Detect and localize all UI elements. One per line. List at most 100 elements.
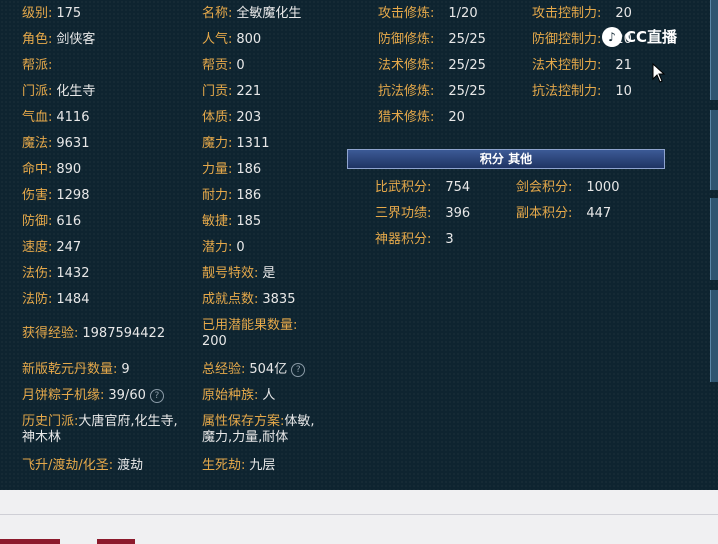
vip-number-label: 靓号特效: (202, 266, 259, 281)
potential-fruit-label: 已用潜能果数量: (202, 318, 298, 333)
level-row: 级别: 175 (22, 6, 81, 22)
mp-value: 9631 (56, 136, 90, 151)
constitution-label: 体质: (202, 110, 233, 125)
magic-damage-label: 法伤: (22, 266, 53, 281)
help-icon[interactable]: ? (291, 362, 306, 377)
dungeon-score-value: 447 (586, 206, 612, 221)
hit-row: 命中: 890 (22, 162, 81, 178)
defense-row: 防御: 616 (22, 214, 81, 230)
popularity-value: 800 (236, 32, 262, 47)
race-value: 人 (262, 388, 276, 403)
magic-defense-label: 法防: (22, 292, 53, 307)
cultivation-spell-label: 法术修炼: (378, 58, 435, 73)
potential-fruit-value: 200 (202, 334, 227, 349)
role-row: 角色: 剑侠客 (22, 32, 95, 48)
side-tab-1[interactable] (710, 0, 718, 100)
mouse-cursor-icon (652, 63, 666, 83)
role-value: 剑侠客 (56, 32, 96, 47)
merit-value: 396 (445, 206, 471, 221)
exp-gained-row: 获得经验: 1987594422 (22, 326, 165, 342)
magic-damage-value: 1432 (56, 266, 90, 281)
dungeon-score-label: 副本积分: (516, 206, 573, 221)
achievement-value: 3835 (262, 292, 296, 307)
cultivation-attack-row: 攻击修炼: 1/20 (378, 6, 478, 22)
side-tab-4[interactable] (710, 290, 718, 382)
sect-label: 门派: (22, 84, 53, 99)
mooncake-row: 月饼粽子机缘: 39/60? (22, 388, 164, 404)
damage-value: 1298 (56, 188, 90, 203)
defense-value: 616 (56, 214, 82, 229)
life-death-value: 九层 (249, 458, 276, 473)
pvp-score-value: 754 (445, 180, 471, 195)
qianyuan-label: 新版乾元丹数量: (22, 362, 118, 377)
total-exp-value: 504亿 (249, 362, 288, 377)
cultivation-spell-value: 25/25 (448, 58, 486, 73)
bottom-red-button-1[interactable] (0, 539, 60, 544)
artifact-score-value: 3 (445, 232, 454, 247)
ascension-value: 渡劫 (117, 458, 144, 473)
sect-contrib-value: 221 (236, 84, 262, 99)
ascension-row: 飞升/渡劫/化圣: 渡劫 (22, 458, 143, 474)
speed-row: 速度: 247 (22, 240, 81, 256)
attr-plan-label: 属性保存方案: (202, 414, 285, 429)
character-info-panel: 级别: 175 角色: 剑侠客 帮派: 门派: 化生寺 气血: 4116 魔法: 9631… (0, 0, 718, 490)
control-resist-label: 抗法控制力: (532, 84, 602, 99)
level-value: 175 (56, 6, 82, 21)
magic-defense-value: 1484 (56, 292, 90, 307)
control-defense-label: 防御控制力: (532, 32, 602, 47)
vip-number-value: 是 (262, 266, 276, 281)
sword-score-value: 1000 (586, 180, 620, 195)
side-tab-2[interactable] (710, 110, 718, 190)
sword-score-row: 剑会积分: 1000 (516, 180, 619, 196)
damage-label: 伤害: (22, 188, 53, 203)
cultivation-resist-label: 抗法修炼: (378, 84, 435, 99)
control-attack-label: 攻击控制力: (532, 6, 602, 21)
total-exp-label: 总经验: (202, 362, 246, 377)
cultivation-resist-row: 抗法修炼: 25/25 (378, 84, 486, 100)
control-attack-row: 攻击控制力: 20 (532, 6, 632, 22)
strength-value: 186 (236, 162, 262, 177)
level-label: 级别: (22, 6, 53, 21)
vip-number-row: 靓号特效: 是 (202, 266, 275, 282)
merit-label: 三界功绩: (375, 206, 432, 221)
cultivation-defense-label: 防御修炼: (378, 32, 435, 47)
cc-live-logo-text: CC直播 (625, 28, 678, 46)
control-resist-row: 抗法控制力: 10 (532, 84, 632, 100)
bottom-red-button-2[interactable] (97, 539, 135, 544)
damage-row: 伤害: 1298 (22, 188, 89, 204)
control-attack-value: 20 (615, 6, 632, 21)
cultivation-attack-value: 1/20 (448, 6, 478, 21)
name-value: 全敏魔化生 (236, 6, 302, 21)
cultivation-hunting-value: 20 (448, 110, 465, 125)
endurance-label: 耐力: (202, 188, 233, 203)
guild-contrib-row: 帮贡: 0 (202, 58, 245, 74)
cc-live-watermark: ♪ CC直播 (602, 26, 677, 47)
mp-label: 魔法: (22, 136, 53, 151)
hp-value: 4116 (56, 110, 90, 125)
exp-gained-label: 获得经验: (22, 326, 79, 341)
constitution-row: 体质: 203 (202, 110, 261, 126)
magic-power-row: 魔力: 1311 (202, 136, 269, 152)
side-tab-3[interactable] (710, 198, 718, 280)
pvp-score-label: 比武积分: (375, 180, 432, 195)
hit-label: 命中: (22, 162, 53, 177)
qianyuan-value: 9 (121, 362, 130, 377)
defense-label: 防御: (22, 214, 53, 229)
cultivation-defense-row: 防御修炼: 25/25 (378, 32, 486, 48)
popularity-label: 人气: (202, 32, 233, 47)
cultivation-defense-value: 25/25 (448, 32, 486, 47)
potential-fruit-row: 已用潜能果数量: 200 (202, 318, 332, 350)
control-spell-value: 21 (615, 58, 632, 73)
cultivation-resist-value: 25/25 (448, 84, 486, 99)
popularity-row: 人气: 800 (202, 32, 261, 48)
agility-label: 敏捷: (202, 214, 233, 229)
magic-damage-row: 法伤: 1432 (22, 266, 89, 282)
total-exp-row: 总经验: 504亿? (202, 362, 306, 378)
cultivation-hunting-row: 猎术修炼: 20 (378, 110, 465, 126)
mp-row: 魔法: 9631 (22, 136, 89, 152)
name-row: 名称: 全敏魔化生 (202, 6, 301, 22)
guild-label: 帮派: (22, 58, 53, 73)
cultivation-attack-label: 攻击修炼: (378, 6, 435, 21)
hit-value: 890 (56, 162, 82, 177)
help-icon[interactable]: ? (149, 388, 164, 403)
